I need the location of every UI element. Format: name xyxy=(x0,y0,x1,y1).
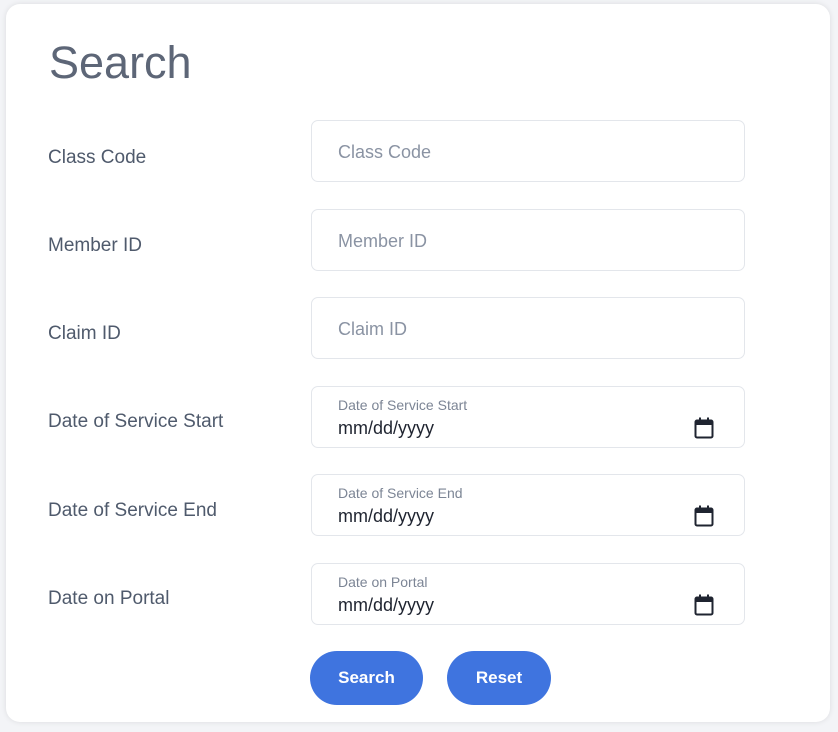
page-title: Search xyxy=(49,37,192,88)
calendar-icon[interactable] xyxy=(694,594,714,616)
date-on-portal-label: Date on Portal xyxy=(48,588,170,609)
reset-button[interactable]: Reset xyxy=(447,651,551,705)
claim-id-input[interactable]: Claim ID xyxy=(311,297,745,359)
date-of-service-end-value: mm/dd/yyyy xyxy=(338,506,435,526)
claim-id-label: Claim ID xyxy=(48,323,121,344)
class-code-input[interactable]: Class Code xyxy=(311,120,745,182)
claim-id-placeholder: Claim ID xyxy=(338,319,408,339)
class-code-label: Class Code xyxy=(48,147,147,168)
date-on-portal-input[interactable]: Date on Portal mm/dd/yyyy xyxy=(311,563,745,625)
member-id-placeholder: Member ID xyxy=(338,231,428,251)
date-of-service-start-float-label: Date of Service Start xyxy=(338,397,468,413)
search-card: Search Class Code Class Code Member ID M… xyxy=(6,4,830,722)
date-on-portal-float-label: Date on Portal xyxy=(338,574,428,590)
search-button[interactable]: Search xyxy=(310,651,423,705)
class-code-placeholder: Class Code xyxy=(338,142,432,162)
date-of-service-start-label: Date of Service Start xyxy=(48,411,224,432)
date-of-service-end-label: Date of Service End xyxy=(48,500,217,521)
member-id-label: Member ID xyxy=(48,235,142,256)
calendar-icon[interactable] xyxy=(694,505,714,527)
calendar-icon[interactable] xyxy=(694,417,714,439)
date-of-service-end-float-label: Date of Service End xyxy=(338,485,463,501)
date-on-portal-value: mm/dd/yyyy xyxy=(338,595,435,615)
member-id-input[interactable]: Member ID xyxy=(311,209,745,271)
date-of-service-start-input[interactable]: Date of Service Start mm/dd/yyyy xyxy=(311,386,745,448)
date-of-service-end-input[interactable]: Date of Service End mm/dd/yyyy xyxy=(311,474,745,536)
date-of-service-start-value: mm/dd/yyyy xyxy=(338,418,435,438)
